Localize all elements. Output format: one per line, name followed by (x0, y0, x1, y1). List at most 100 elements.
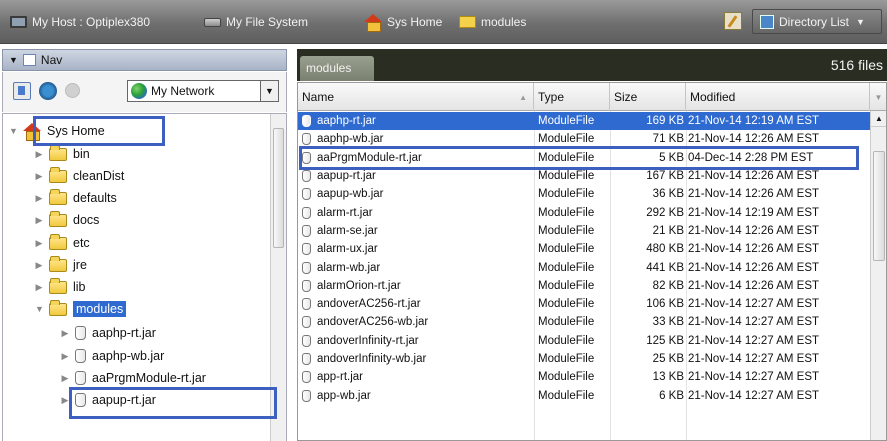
expand-arrow-icon[interactable]: ▶ (35, 171, 43, 182)
jar-icon (302, 224, 311, 237)
cell-type: ModuleFile (538, 243, 595, 256)
cell-size: 167 KB (646, 170, 684, 183)
nav-header[interactable]: ▼ Nav (2, 49, 287, 71)
chevron-down-icon: ▼ (856, 16, 865, 27)
expand-arrow-icon[interactable]: ▶ (61, 395, 69, 406)
folder-icon (459, 16, 476, 28)
table-row[interactable]: andoverInfinity-rt.jar ModuleFile 125 KB 21… (298, 332, 872, 350)
tree-item[interactable]: ▼ modules (35, 298, 127, 320)
column-header-type[interactable]: Type (534, 83, 610, 111)
view-selector[interactable]: Directory List ▼ (752, 9, 882, 34)
tree-item[interactable]: ▶ bin (35, 143, 90, 165)
table-row[interactable]: alarm-se.jar ModuleFile 21 KB 21-Nov-14 12:… (298, 222, 872, 240)
tree-item[interactable]: ▶ jre (35, 254, 87, 276)
table-row[interactable]: app-wb.jar ModuleFile 6 KB 21-Nov-14 12:27 … (298, 387, 872, 405)
expand-arrow-icon[interactable]: ▶ (35, 193, 43, 204)
expand-arrow-icon[interactable]: ▶ (35, 260, 43, 271)
nav-toolbar: My Network ▼ (2, 72, 287, 112)
cell-name-text: alarm-se.jar (317, 224, 378, 237)
expand-arrow-icon[interactable]: ▶ (61, 328, 69, 339)
cell-modified: 21-Nov-14 12:26 AM EST (688, 261, 820, 274)
cell-modified: 21-Nov-14 12:27 AM EST (688, 353, 820, 366)
jar-icon (302, 188, 311, 201)
file-table: Name ▲ Type Size Modified ▼ aaphp-rt.jar… (297, 82, 887, 441)
folder-icon (49, 277, 67, 294)
jar-icon (75, 326, 86, 340)
collapse-arrow-icon[interactable]: ▼ (9, 55, 18, 65)
table-row[interactable]: andoverInfinity-wb.jar ModuleFile 25 KB 21-… (298, 350, 872, 368)
cell-size: 33 KB (652, 316, 684, 329)
column-menu-icon[interactable]: ▼ (870, 83, 886, 111)
cell-type: ModuleFile (538, 298, 595, 311)
table-row[interactable]: aapup-wb.jar ModuleFile 36 KB 21-Nov-14 12:… (298, 185, 872, 203)
tree-item-label: lib (73, 280, 86, 294)
tree-item[interactable]: ▶ aaphp-rt.jar (61, 322, 156, 344)
table-scrollbar-thumb[interactable] (873, 151, 885, 261)
breadcrumb-syshome[interactable]: Sys Home (364, 11, 442, 33)
breadcrumb-modules[interactable]: modules (459, 11, 526, 33)
edit-note-icon[interactable] (724, 12, 742, 30)
cell-modified: 21-Nov-14 12:27 AM EST (688, 334, 820, 347)
tree-item-label: defaults (73, 191, 117, 205)
chevron-down-icon[interactable]: ▼ (260, 81, 278, 101)
jar-icon (302, 316, 311, 329)
table-row[interactable]: app-rt.jar ModuleFile 13 KB 21-Nov-14 12:27… (298, 368, 872, 386)
cell-name-text: aaphp-rt.jar (317, 115, 376, 128)
tree-item[interactable]: ▶ aaphp-wb.jar (61, 345, 164, 367)
jar-icon (302, 298, 311, 311)
tree-item-label: aaPrgmModule-rt.jar (92, 371, 206, 385)
table-row[interactable]: andoverAC256-wb.jar ModuleFile 33 KB 21-Nov… (298, 313, 872, 331)
cell-name: andoverAC256-rt.jar (302, 295, 421, 313)
table-row[interactable]: alarm-wb.jar ModuleFile 441 KB 21-Nov-14 12… (298, 258, 872, 276)
tree-item[interactable]: ▶ cleanDist (35, 165, 124, 187)
cell-type: ModuleFile (538, 316, 595, 329)
expand-arrow-icon[interactable]: ▶ (61, 351, 69, 362)
tree-item-label: modules (73, 301, 127, 317)
tab-modules[interactable]: modules (300, 56, 374, 81)
table-scrollbar[interactable]: ▲ (870, 111, 886, 440)
cell-type: ModuleFile (538, 334, 595, 347)
breadcrumb-modules-label: modules (481, 15, 527, 29)
scroll-up-icon[interactable]: ▲ (871, 111, 886, 127)
cell-name-text: app-wb.jar (317, 389, 371, 402)
expand-arrow-icon[interactable]: ▶ (35, 149, 43, 160)
breadcrumb-filesystem[interactable]: My File System (204, 11, 308, 33)
tree-item[interactable]: ▶ docs (35, 209, 99, 231)
close-icon[interactable] (65, 83, 80, 98)
collapse-arrow-icon[interactable]: ▼ (35, 304, 44, 314)
cell-name: andoverInfinity-wb.jar (302, 350, 426, 368)
table-row[interactable]: aaphp-rt.jar ModuleFile 169 KB 21-Nov-14 12… (298, 112, 872, 131)
new-space-icon[interactable] (13, 82, 31, 100)
tree-item-label: docs (73, 213, 100, 227)
column-header-modified[interactable]: Modified (686, 83, 870, 111)
expand-arrow-icon[interactable]: ▶ (35, 282, 43, 293)
tree-item[interactable]: ▶ lib (35, 276, 86, 298)
network-select[interactable]: My Network ▼ (127, 80, 279, 102)
highlight-frame (69, 387, 277, 419)
cell-size: 6 KB (659, 389, 684, 402)
table-row[interactable]: alarm-rt.jar ModuleFile 292 KB 21-Nov-14 12… (298, 204, 872, 222)
table-row[interactable]: alarmOrion-rt.jar ModuleFile 82 KB 21-Nov-1… (298, 277, 872, 295)
tree-item[interactable]: ▶ etc (35, 232, 90, 254)
network-select-value: My Network (151, 84, 215, 98)
tree-item[interactable]: ▶ aaPrgmModule-rt.jar (61, 367, 206, 389)
table-row[interactable]: alarm-ux.jar ModuleFile 480 KB 21-Nov-14 12… (298, 240, 872, 258)
breadcrumb-host[interactable]: My Host : Optiplex380 (10, 11, 150, 33)
column-header-size[interactable]: Size (610, 83, 686, 111)
house-icon (364, 14, 382, 32)
table-row[interactable]: aapup-rt.jar ModuleFile 167 KB 21-Nov-14 12… (298, 167, 872, 185)
cell-size: 25 KB (652, 353, 684, 366)
cell-name-text: alarm-rt.jar (317, 206, 373, 219)
expand-arrow-icon[interactable]: ▶ (61, 373, 69, 384)
tree-item[interactable]: ▶ defaults (35, 187, 117, 209)
cell-type: ModuleFile (538, 353, 595, 366)
column-header-name[interactable]: Name ▲ (298, 83, 534, 111)
tree-scrollbar-thumb[interactable] (273, 128, 284, 248)
refresh-icon[interactable] (39, 82, 57, 100)
expand-arrow-icon[interactable]: ▶ (35, 215, 43, 226)
cell-modified: 21-Nov-14 12:27 AM EST (688, 371, 820, 384)
expand-arrow-icon[interactable]: ▶ (35, 238, 43, 249)
table-row[interactable]: andoverAC256-rt.jar ModuleFile 106 KB 21-No… (298, 295, 872, 313)
column-header-name-label: Name (302, 90, 335, 104)
collapse-arrow-icon[interactable]: ▼ (9, 126, 18, 136)
